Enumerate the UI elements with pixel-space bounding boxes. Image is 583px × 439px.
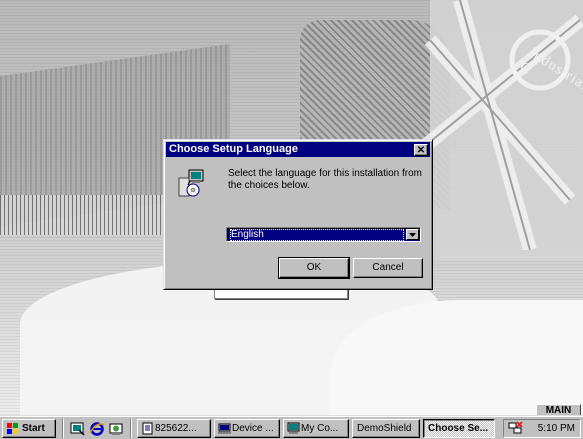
taskbar-button-label: 825622... (155, 423, 197, 434)
chevron-down-icon (409, 233, 416, 237)
taskbar-button-my-computer[interactable]: My Co... (283, 419, 349, 438)
network-icon[interactable] (508, 421, 523, 436)
ok-button[interactable]: OK (278, 257, 350, 279)
taskbar-button-label: My Co... (301, 423, 339, 434)
start-button[interactable]: Start (2, 419, 56, 438)
desktop-icon[interactable] (70, 421, 86, 436)
language-select-value: English (230, 229, 404, 241)
start-label: Start (22, 423, 45, 434)
taskbar: Start 825622... Device ... My Co... Demo… (0, 415, 583, 439)
close-button[interactable]: ✕ (414, 144, 428, 156)
setup-computer-icon (178, 169, 204, 197)
wallpaper-shape (0, 195, 170, 235)
dialog-message: Select the language for this installatio… (228, 168, 422, 191)
taskbar-button-label: DemoShield (357, 423, 412, 434)
document-icon (142, 422, 153, 435)
clock[interactable]: 5:10 PM (538, 420, 575, 437)
dropdown-button[interactable] (406, 229, 419, 240)
windows-logo-icon (7, 423, 18, 434)
device-manager-icon (218, 423, 231, 434)
system-tray: 5:10 PM (503, 419, 581, 438)
choose-setup-language-dialog: Choose Setup Language ✕ Select the langu… (163, 139, 433, 290)
wallpaper-map-graphic (420, 0, 583, 250)
internet-explorer-icon[interactable] (89, 421, 105, 436)
taskbar-button-demoshield[interactable]: DemoShield (352, 419, 420, 438)
taskbar-button-device[interactable]: Device ... (214, 419, 280, 438)
taskbar-separator (130, 419, 132, 438)
channels-icon[interactable] (108, 421, 124, 436)
taskbar-button-825622[interactable]: 825622... (137, 419, 211, 438)
language-select[interactable]: English (226, 227, 421, 242)
taskbar-button-choose-setup[interactable]: Choose Se... (423, 419, 495, 438)
taskbar-button-label: Device ... (232, 423, 274, 434)
my-computer-icon (287, 422, 300, 434)
dialog-titlebar[interactable]: Choose Setup Language ✕ (166, 142, 430, 157)
close-icon: ✕ (416, 145, 426, 156)
taskbar-button-label: Choose Se... (428, 423, 489, 434)
dialog-title: Choose Setup Language (169, 143, 298, 155)
taskbar-separator (62, 419, 64, 438)
cancel-button[interactable]: Cancel (353, 258, 423, 278)
main-tab[interactable]: MAIN (536, 404, 581, 415)
